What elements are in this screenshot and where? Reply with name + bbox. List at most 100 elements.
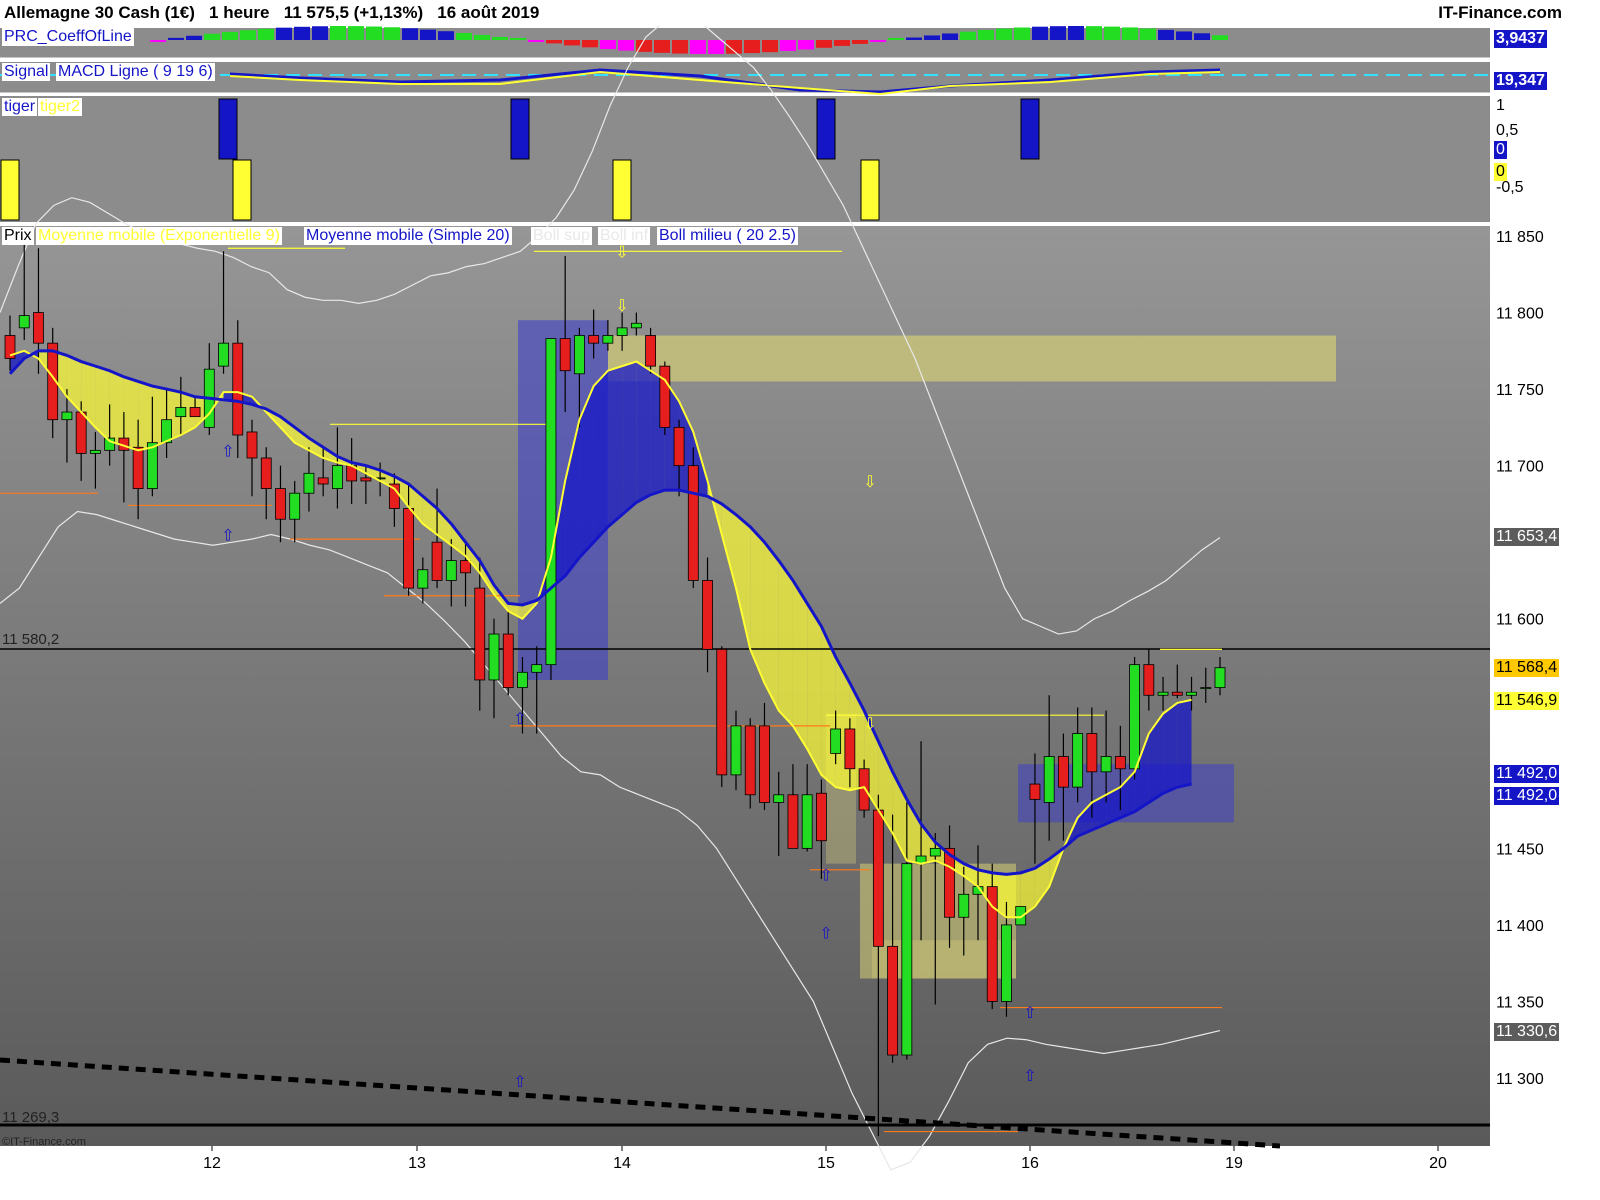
chart-header: Allemagne 30 Cash (1€) 1 heure 11 575,5 … bbox=[0, 0, 1568, 26]
tag-boll-low: 11 330,6 bbox=[1494, 1023, 1560, 1041]
candle-body bbox=[1058, 756, 1069, 788]
coeff-value: 3,9437 bbox=[1494, 30, 1547, 48]
coeff-bar bbox=[1122, 27, 1138, 40]
ma-cloud-segment bbox=[778, 560, 793, 726]
date: 16 août 2019 bbox=[437, 3, 540, 22]
candle-body bbox=[872, 809, 884, 947]
candle-body bbox=[1171, 691, 1183, 696]
candle-body bbox=[175, 407, 187, 418]
tiger-bar-blue bbox=[1020, 98, 1040, 160]
candle-body bbox=[360, 477, 372, 482]
candle-body bbox=[332, 465, 343, 489]
tiger-label[interactable]: tiger bbox=[2, 98, 38, 116]
candle-body bbox=[218, 342, 229, 367]
coeff-bar bbox=[222, 31, 238, 40]
ma-cloud-segment bbox=[109, 370, 124, 446]
coeff-bar bbox=[978, 30, 994, 40]
candle-body bbox=[801, 794, 813, 849]
coeff-bar bbox=[438, 31, 454, 40]
candle-body bbox=[189, 407, 201, 418]
legend-price[interactable]: Prix bbox=[2, 227, 34, 245]
instrument-name: Allemagne 30 Cash (1€) bbox=[4, 3, 195, 22]
arrow-down-icon: ⇩ bbox=[863, 472, 876, 491]
tiger2-label[interactable]: tiger2 bbox=[38, 98, 83, 116]
coeff-bar bbox=[672, 40, 688, 54]
y-tick-label: 11 450 bbox=[1496, 841, 1544, 858]
zone-rect bbox=[608, 335, 1336, 382]
arrow-up-icon: ⇧ bbox=[221, 441, 234, 460]
candle-body bbox=[1029, 783, 1041, 800]
panel-macd-bg bbox=[0, 62, 1490, 93]
candle-body bbox=[417, 569, 429, 589]
coeff-bar bbox=[762, 40, 778, 53]
candle-body bbox=[602, 335, 614, 344]
coeff-bar bbox=[528, 40, 544, 42]
tiger-bar-blue bbox=[218, 98, 238, 160]
candle-body bbox=[944, 847, 955, 918]
candle-body bbox=[517, 671, 528, 689]
tag-sma-2: 11 492,0 bbox=[1494, 787, 1560, 805]
copyright: ©IT-Finance.com bbox=[2, 1136, 86, 1148]
candle-body bbox=[1143, 664, 1155, 696]
legend-boll-mid[interactable]: Boll milieu ( 20 2.5) bbox=[657, 227, 798, 245]
candle-body bbox=[275, 488, 286, 520]
candle bbox=[716, 646, 728, 788]
candle-body bbox=[559, 338, 571, 372]
tiger-bar-yellow bbox=[232, 159, 252, 221]
xaxis-bg bbox=[0, 1146, 1490, 1176]
timeframe: 1 heure bbox=[209, 3, 270, 22]
arrow-down-icon: ⇩ bbox=[863, 714, 876, 733]
candle-body bbox=[716, 648, 728, 776]
coeff-bar bbox=[1068, 26, 1084, 40]
x-tick-label: 15 bbox=[817, 1155, 835, 1172]
tiger-value-blue: 0 bbox=[1494, 141, 1507, 159]
candle-body bbox=[702, 580, 713, 650]
candle-body bbox=[260, 457, 272, 489]
candle-body bbox=[659, 365, 671, 428]
candle-body bbox=[403, 508, 414, 589]
coeff-bar bbox=[492, 36, 508, 40]
x-tick-label: 19 bbox=[1225, 1155, 1243, 1172]
coeff-bar bbox=[996, 28, 1012, 40]
candle-body bbox=[673, 426, 685, 467]
coeff-bar bbox=[1104, 26, 1120, 40]
candle-body bbox=[588, 335, 600, 344]
candle-body bbox=[1186, 691, 1197, 696]
coeff-bar bbox=[888, 38, 904, 40]
coeff-bar bbox=[276, 27, 292, 40]
tiger-tick-1: 1 bbox=[1496, 97, 1505, 114]
y-tick-label: 11 400 bbox=[1496, 918, 1544, 935]
legend-boll-sup[interactable]: Boll sup bbox=[531, 227, 592, 245]
coeff-bar bbox=[150, 40, 166, 42]
coeff-bar bbox=[1176, 31, 1192, 40]
arrow-down-icon: ⇩ bbox=[615, 296, 628, 315]
candle-body bbox=[317, 477, 329, 485]
ma-cloud-segment bbox=[622, 361, 637, 515]
candle-body bbox=[75, 411, 87, 454]
candle-body bbox=[1129, 664, 1140, 770]
legend-ema[interactable]: Moyenne mobile (Exponentielle 9) bbox=[36, 227, 282, 245]
arrow-up-icon: ⇧ bbox=[221, 526, 234, 545]
candle-body bbox=[830, 728, 842, 754]
candle-body bbox=[744, 725, 756, 796]
candle-body bbox=[787, 794, 799, 849]
legend-sma[interactable]: Moyenne mobile (Simple 20) bbox=[304, 227, 512, 245]
candle-body bbox=[303, 472, 315, 494]
candle-body bbox=[431, 541, 443, 581]
candle-body bbox=[687, 465, 699, 581]
candle-body bbox=[146, 442, 158, 490]
coeff-label[interactable]: PRC_CoeffOfLine bbox=[2, 28, 134, 46]
legend-boll-inf[interactable]: Boll inf bbox=[598, 227, 651, 245]
level-support-label: 11 269,3 bbox=[2, 1109, 60, 1126]
coeff-bar bbox=[1014, 27, 1030, 40]
y-tick-label: 11 800 bbox=[1496, 306, 1544, 323]
tag-ema: 11 546,9 bbox=[1494, 692, 1560, 710]
coeff-bar bbox=[420, 29, 436, 40]
coeff-bar bbox=[708, 40, 724, 54]
macd-line-label[interactable]: MACD Ligne ( 9 19 6) bbox=[56, 63, 215, 81]
ma-cloud-segment bbox=[1177, 699, 1192, 788]
coeff-bar bbox=[690, 40, 706, 54]
candle-body bbox=[33, 312, 44, 344]
macd-signal-label[interactable]: Signal bbox=[2, 63, 51, 81]
coeff-bar bbox=[1086, 26, 1102, 40]
